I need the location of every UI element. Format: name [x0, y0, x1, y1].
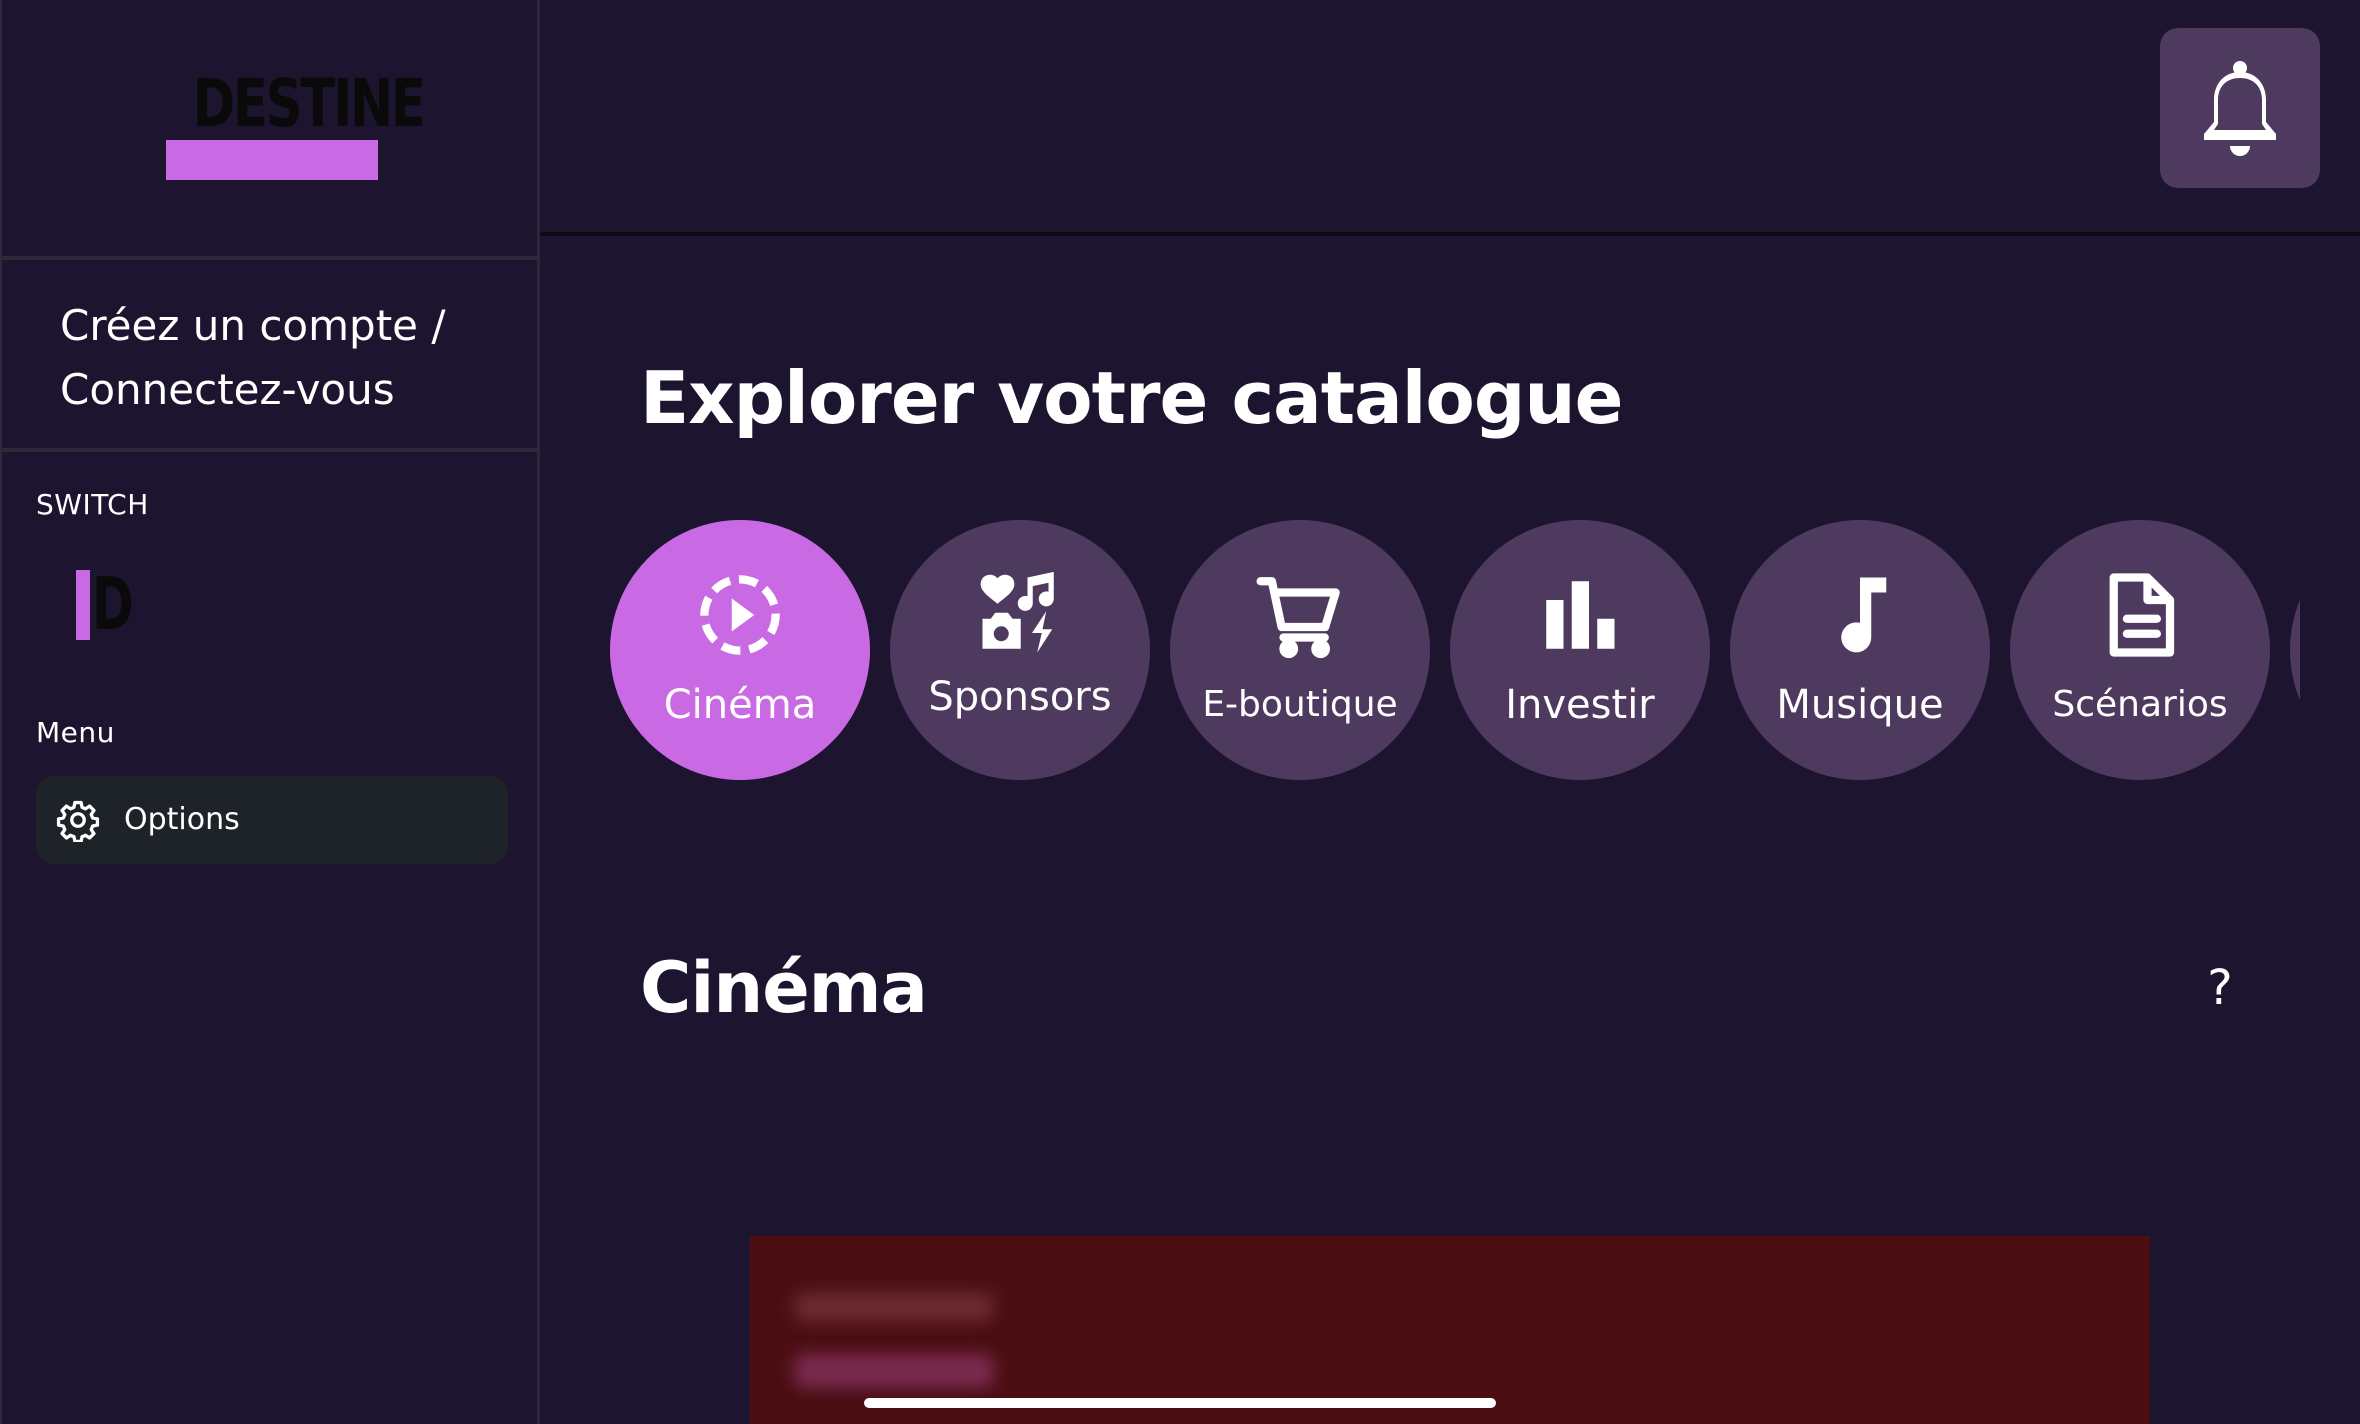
- app-root: DESTINE Créez un compte / Connectez-vous…: [0, 0, 2360, 1424]
- category-label: Scénarios: [2052, 684, 2228, 725]
- bell-icon: [2204, 61, 2276, 156]
- account-link[interactable]: Créez un compte / Connectez-vous: [60, 294, 480, 422]
- notifications-button[interactable]: [2160, 28, 2320, 188]
- music-note-icon: [1841, 577, 1887, 653]
- category-label: Cinéma: [663, 682, 817, 728]
- help-button[interactable]: ?: [2196, 958, 2244, 1018]
- options-label: Options: [124, 802, 240, 837]
- switch-logo-letter: D: [92, 562, 134, 646]
- bar-chart-icon: [1546, 581, 1615, 649]
- play-circle-icon: [700, 575, 780, 655]
- options-button[interactable]: Options: [36, 776, 508, 864]
- logo-text: DESTINE: [192, 65, 425, 142]
- sidebar: DESTINE Créez un compte / Connectez-vous…: [0, 0, 540, 1424]
- category-label: Sponsors: [928, 674, 1112, 720]
- category-investir[interactable]: Investir: [1450, 520, 1710, 780]
- category-next-partial[interactable]: [2290, 520, 2300, 780]
- home-indicator[interactable]: [864, 1398, 1496, 1408]
- banner-blurred-title: [794, 1292, 994, 1322]
- category-scenarios[interactable]: Scénarios: [2010, 520, 2270, 780]
- section-title: Cinéma: [640, 947, 928, 1029]
- logo-area: DESTINE: [2, 0, 539, 260]
- category-musique[interactable]: Musique: [1730, 520, 1990, 780]
- top-header: [540, 0, 2360, 236]
- featured-banner[interactable]: [750, 1236, 2150, 1424]
- category-carousel[interactable]: Cinéma Sponsors E-boutique Investir Musi…: [610, 520, 2300, 780]
- page-title: Explorer votre catalogue: [640, 356, 1623, 440]
- banner-blurred-subtitle: [794, 1354, 994, 1388]
- category-label: Musique: [1776, 682, 1944, 728]
- switch-label: SWITCH: [36, 488, 149, 521]
- category-cinema[interactable]: Cinéma: [610, 520, 870, 780]
- category-label: E-boutique: [1202, 684, 1398, 725]
- document-icon: [2109, 573, 2175, 657]
- category-sponsors[interactable]: Sponsors: [890, 520, 1150, 780]
- sponsors-icon: [980, 571, 1054, 653]
- destine-logo[interactable]: DESTINE: [166, 65, 426, 182]
- gear-icon: [56, 800, 100, 842]
- cart-icon: [1256, 577, 1340, 659]
- switch-logo-bar: [76, 570, 90, 640]
- menu-label: Menu: [36, 716, 115, 749]
- switch-app-logo[interactable]: D: [76, 564, 136, 644]
- category-label: Investir: [1505, 682, 1655, 728]
- account-area: Créez un compte / Connectez-vous: [2, 264, 539, 452]
- category-eboutique[interactable]: E-boutique: [1170, 520, 1430, 780]
- logo-bar: [166, 140, 378, 180]
